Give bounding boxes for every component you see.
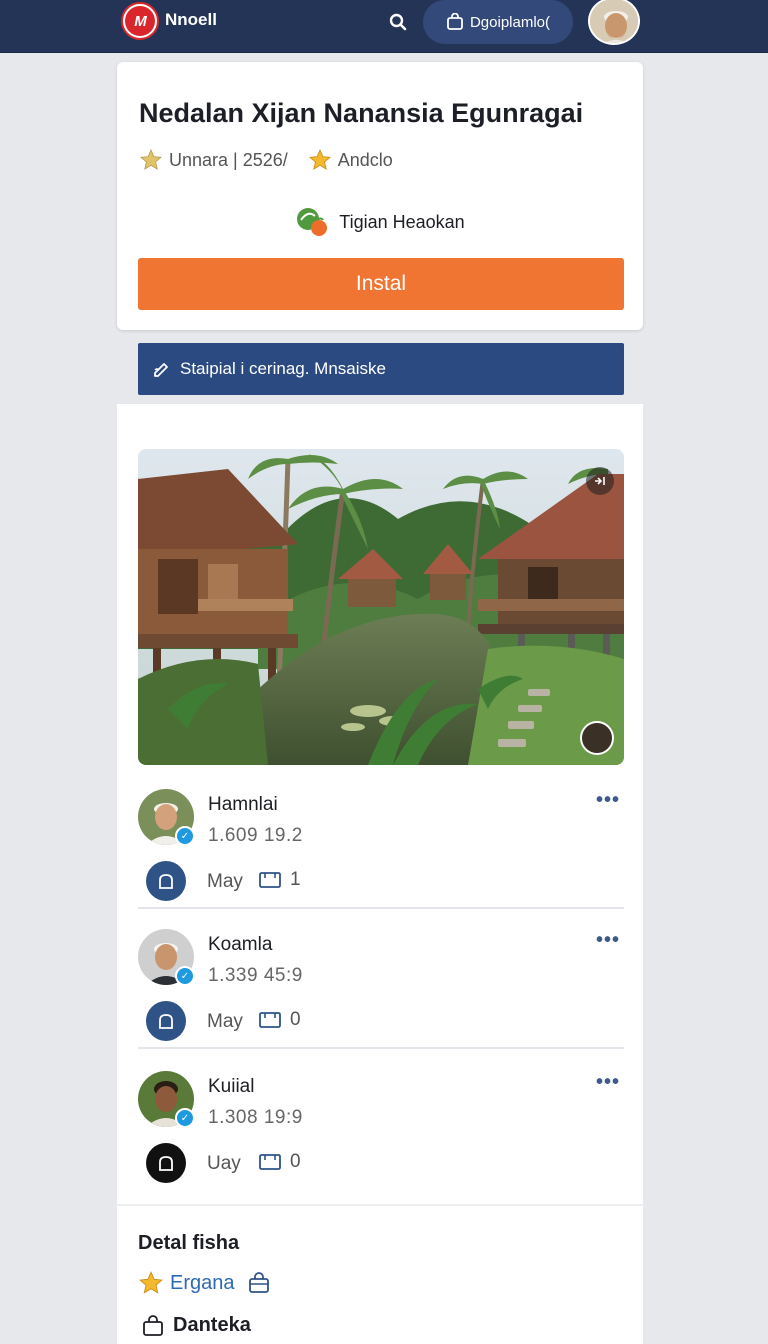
details-item-row[interactable]: Danteka	[141, 1314, 251, 1337]
details-heading: Detal fisha	[138, 1232, 240, 1254]
bag-icon	[159, 1156, 173, 1171]
expand-icon	[595, 477, 605, 485]
search-button[interactable]	[386, 10, 410, 34]
comment-divider	[138, 1047, 624, 1049]
verified-badge-icon: ✓	[175, 1108, 195, 1128]
like-button[interactable]	[146, 861, 186, 901]
comment-divider	[138, 907, 624, 909]
app-meta-row: Unnara | 2526/ Andclo	[139, 148, 393, 172]
reply-button[interactable]: 1	[258, 869, 301, 891]
like-button[interactable]	[146, 1001, 186, 1041]
rating-text: Unnara | 2526/	[169, 149, 288, 170]
brand-logo-mark: M	[125, 6, 155, 36]
details-item: Danteka	[173, 1314, 251, 1336]
verified-badge-icon: ✓	[175, 966, 195, 986]
comment-item: ✓ Koamla 1.339 45:9 ••• May 0	[138, 929, 624, 1065]
developer-name: Tigian Heaokan	[339, 211, 465, 232]
edit-icon	[154, 363, 168, 377]
commenter-name[interactable]: Koamla	[208, 934, 272, 956]
comment-item: ✓ Kuiial 1.308 19:9 ••• Uay 0	[138, 1071, 624, 1207]
more-options-button[interactable]: •••	[596, 789, 620, 812]
reply-button[interactable]: 0	[258, 1151, 301, 1173]
section-divider	[117, 1204, 643, 1206]
verified-badge-icon: ✓	[175, 826, 195, 846]
more-options-button[interactable]: •••	[596, 1071, 620, 1094]
app-title: Nedalan Xijan Nanansia Egunragai	[139, 98, 584, 128]
reply-count: 0	[290, 1151, 301, 1172]
user-avatar[interactable]	[588, 0, 640, 45]
bag-icon	[447, 13, 463, 30]
download-pill-button[interactable]: Dgoiplamlo(	[423, 0, 573, 44]
comment-meta: 1.308 19:9	[208, 1107, 303, 1128]
featured-photo[interactable]	[138, 449, 624, 765]
banner-label: Staipial i cerinag. Mnsaiske	[180, 359, 386, 378]
comment-meta: 1.609 19.2	[208, 825, 303, 846]
pill-label: Dgoiplamlo(	[469, 13, 551, 31]
comment-icon	[259, 1154, 281, 1170]
category-text[interactable]: Andclo	[338, 150, 393, 171]
search-icon	[389, 13, 407, 31]
star-icon	[139, 1271, 163, 1294]
like-button[interactable]	[146, 1143, 186, 1183]
bag-icon	[143, 1314, 163, 1336]
bag-icon	[248, 1272, 269, 1293]
comment-meta: 1.339 45:9	[208, 965, 303, 986]
village-scene-image	[138, 449, 624, 765]
comment-item: ✓ Hamnlai 1.609 19.2 ••• May 1	[138, 789, 624, 925]
reply-count: 1	[290, 869, 301, 890]
reply-button[interactable]: 0	[258, 1009, 301, 1031]
star-icon	[140, 149, 162, 170]
comment-date: Uay	[207, 1153, 241, 1174]
install-button[interactable]: Instal	[138, 258, 624, 310]
developer-logo-icon	[297, 208, 328, 236]
brand-logo[interactable]: M	[121, 2, 159, 40]
developer-row[interactable]: Tigian Heaokan	[117, 206, 643, 238]
comment-icon	[259, 1012, 281, 1028]
commenter-name[interactable]: Kuiial	[208, 1076, 254, 1098]
user-avatar-image	[590, 0, 638, 43]
brand-name[interactable]: Nnoell	[165, 10, 217, 30]
more-options-button[interactable]: •••	[596, 929, 620, 952]
bag-icon	[159, 1014, 173, 1029]
comment-date: May	[207, 871, 243, 892]
commenter-name[interactable]: Hamnlai	[208, 794, 278, 816]
details-tag-row[interactable]: Ergana	[138, 1270, 271, 1296]
app-header-card: Nedalan Xijan Nanansia Egunragai Unnara …	[117, 62, 643, 330]
star-icon	[308, 149, 331, 170]
comment-date: May	[207, 1011, 243, 1032]
main-content-card: ✓ Hamnlai 1.609 19.2 ••• May 1 ✓ Koamla …	[117, 404, 643, 1344]
info-banner[interactable]: Staipial i cerinag. Mnsaiske	[138, 343, 624, 395]
reply-count: 0	[290, 1009, 301, 1030]
bag-icon	[159, 874, 173, 889]
details-tag: Ergana	[170, 1271, 235, 1294]
top-navigation-bar: M Nnoell Dgoiplamlo(	[0, 0, 768, 53]
expand-button[interactable]	[586, 467, 614, 495]
photo-author-avatar[interactable]	[580, 721, 614, 755]
comment-icon	[259, 872, 281, 888]
